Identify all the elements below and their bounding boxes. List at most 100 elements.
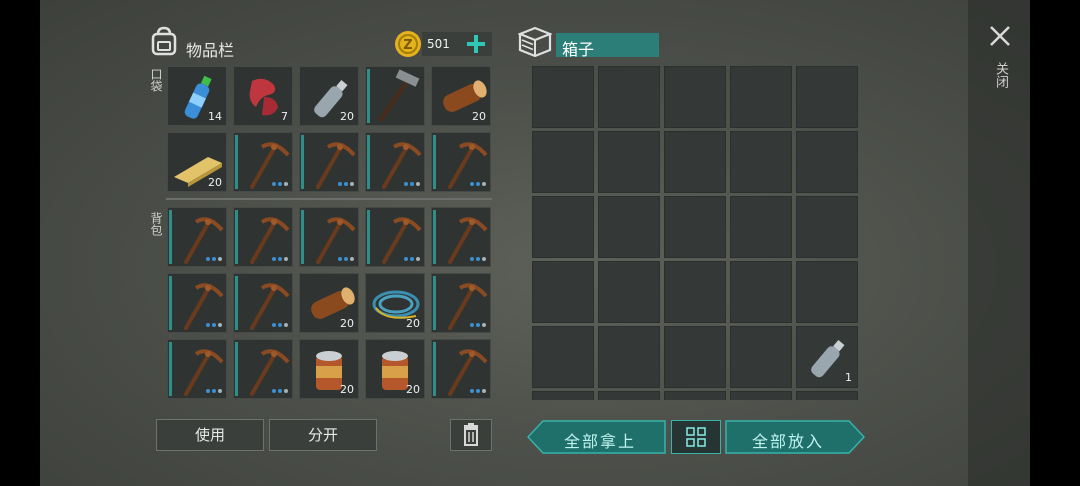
box-slot[interactable] — [532, 196, 594, 258]
svg-text:Z: Z — [403, 38, 412, 53]
section-divider — [166, 198, 492, 200]
box-slot[interactable] — [532, 261, 594, 323]
box-slot[interactable] — [664, 326, 726, 388]
inventory.pocket-slot[interactable] — [365, 66, 425, 126]
inventory.backpack-slot[interactable] — [233, 207, 293, 267]
inventory.backpack-slot[interactable]: 20 — [299, 339, 359, 399]
coin-icon: Z — [395, 31, 421, 57]
box-slot[interactable] — [532, 66, 594, 128]
inventory.pocket-slot[interactable] — [431, 132, 491, 192]
inventory.backpack-slot[interactable] — [431, 273, 491, 333]
item-count: 20 — [406, 383, 420, 396]
box-slot[interactable] — [664, 196, 726, 258]
quality-dots — [272, 323, 288, 327]
inventory.backpack-slot[interactable]: 20 — [365, 273, 425, 333]
quality-dots — [470, 389, 486, 393]
inventory.pocket-slot[interactable]: 7 — [233, 66, 293, 126]
split-button[interactable]: 分开 — [269, 419, 377, 451]
quality-dots — [338, 257, 354, 261]
quality-dots — [206, 257, 222, 261]
box-slot[interactable] — [796, 391, 858, 400]
box-slot[interactable] — [796, 131, 858, 193]
box-slot[interactable] — [730, 196, 792, 258]
box-slot[interactable] — [730, 261, 792, 323]
inventory.backpack-slot[interactable]: 20 — [299, 273, 359, 333]
hammer-icon — [378, 69, 420, 123]
box-slot[interactable] — [664, 66, 726, 128]
sort-button[interactable] — [671, 420, 721, 454]
item-count: 20 — [340, 317, 354, 330]
item-count: 20 — [472, 110, 486, 123]
box-slot[interactable] — [532, 131, 594, 193]
item-count: 7 — [281, 110, 288, 123]
inventory.backpack-slot[interactable] — [365, 207, 425, 267]
close-label[interactable]: 关闭 — [993, 62, 1008, 88]
inventory.pocket-slot[interactable] — [233, 132, 293, 192]
inventory.backpack-slot[interactable] — [167, 207, 227, 267]
quality-dots — [272, 389, 288, 393]
box-slot[interactable] — [532, 326, 594, 388]
use-button[interactable]: 使用 — [156, 419, 264, 451]
box-icon — [518, 26, 552, 58]
box-slot[interactable] — [664, 131, 726, 193]
inventory.backpack-slot[interactable] — [167, 273, 227, 333]
quality-dots — [206, 389, 222, 393]
delete-button[interactable] — [450, 419, 492, 451]
item-count: 20 — [340, 383, 354, 396]
quality-dots — [272, 182, 288, 186]
quality-dots — [404, 257, 420, 261]
inventory.backpack-slot[interactable] — [233, 273, 293, 333]
box-slot[interactable] — [664, 261, 726, 323]
grid-sort-icon — [686, 427, 706, 447]
coin-count: 501 — [427, 37, 450, 51]
inventory.pocket-slot[interactable]: 20 — [299, 66, 359, 126]
item-count: 14 — [208, 110, 222, 123]
quality-dots — [404, 182, 420, 186]
quality-dots — [272, 257, 288, 261]
box-slot[interactable] — [532, 391, 594, 400]
box-slot[interactable] — [796, 66, 858, 128]
pocket-label: 口袋 — [149, 68, 163, 92]
item-count: 20 — [340, 110, 354, 123]
inventory.pocket-slot[interactable]: 20 — [167, 132, 227, 192]
box-slot[interactable] — [796, 196, 858, 258]
box-slot[interactable] — [796, 261, 858, 323]
box-slot[interactable]: 1 — [796, 326, 858, 388]
inventory.backpack-slot[interactable] — [431, 207, 491, 267]
box-slot[interactable] — [598, 261, 660, 323]
inventory.backpack-slot[interactable]: 20 — [365, 339, 425, 399]
add-coins-button[interactable] — [466, 34, 486, 54]
backpack-icon — [151, 26, 177, 56]
inventory.backpack-slot[interactable] — [167, 339, 227, 399]
quality-dots — [206, 323, 222, 327]
box-slot[interactable] — [730, 131, 792, 193]
take-all-label: 全部拿上 — [564, 432, 637, 451]
quality-dots — [470, 323, 486, 327]
box-slot[interactable] — [730, 66, 792, 128]
trash-icon — [464, 423, 478, 446]
quality-dots — [470, 182, 486, 186]
box-slot[interactable] — [730, 391, 792, 400]
inventory-title: 物品栏 — [186, 41, 235, 60]
inventory.pocket-slot[interactable]: 20 — [431, 66, 491, 126]
inventory.pocket-slot[interactable] — [365, 132, 425, 192]
item-count: 20 — [406, 317, 420, 330]
inventory.pocket-slot[interactable] — [299, 132, 359, 192]
box-grid: 1 — [530, 64, 860, 400]
quality-dots — [470, 257, 486, 261]
box-slot[interactable] — [598, 131, 660, 193]
box-slot[interactable] — [730, 326, 792, 388]
box-slot[interactable] — [664, 391, 726, 400]
item-count: 20 — [208, 176, 222, 189]
inventory.backpack-slot[interactable] — [233, 339, 293, 399]
quality-dots — [338, 182, 354, 186]
box-slot[interactable] — [598, 196, 660, 258]
box-slot[interactable] — [598, 391, 660, 400]
close-icon[interactable] — [988, 24, 1012, 48]
inventory.backpack-slot[interactable] — [431, 339, 491, 399]
box-slot[interactable] — [598, 326, 660, 388]
inventory.pocket-slot[interactable]: 14 — [167, 66, 227, 126]
box-title: 箱子 — [562, 40, 595, 59]
box-slot[interactable] — [598, 66, 660, 128]
inventory.backpack-slot[interactable] — [299, 207, 359, 267]
